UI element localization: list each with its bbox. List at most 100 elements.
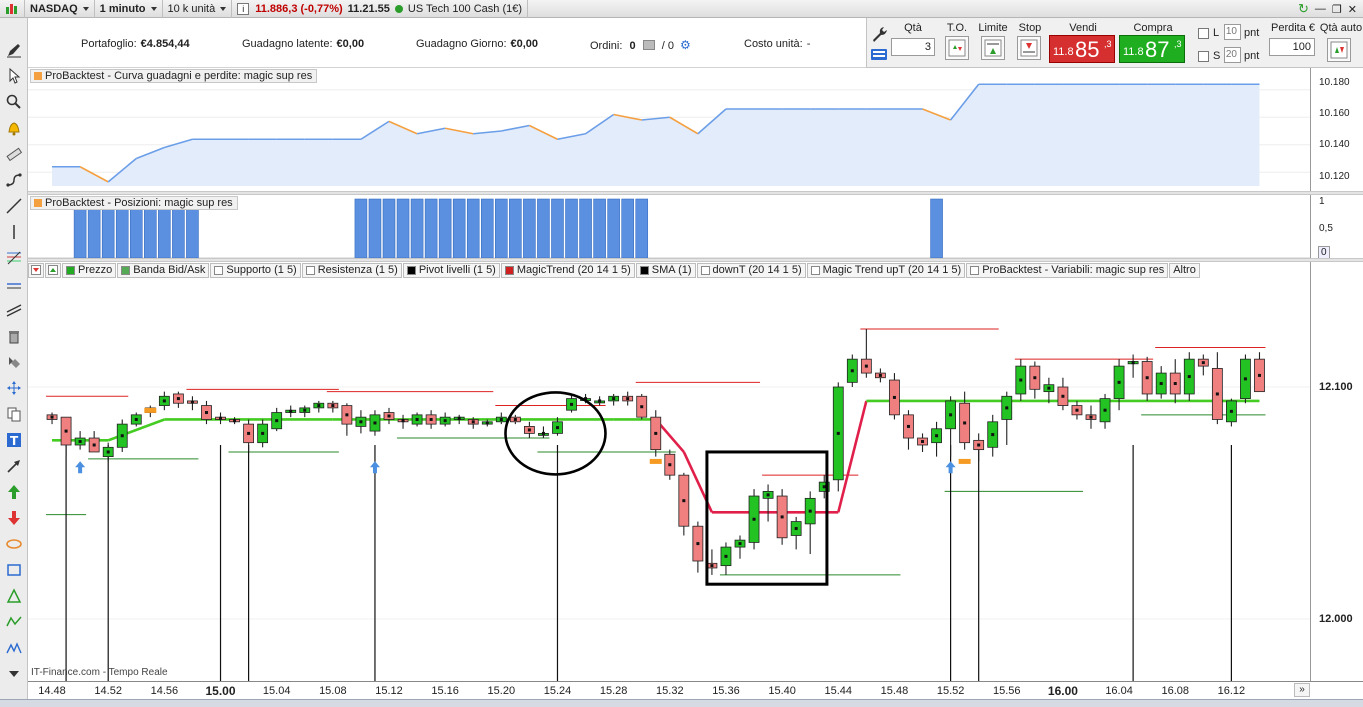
- horizontal-line-icon[interactable]: [4, 274, 24, 294]
- instrument-info: i 11.886,3 (-0,77%) 11.21.55 US Tech 100…: [232, 0, 529, 18]
- time-tick-label: 15.28: [599, 685, 628, 697]
- channel-icon[interactable]: [4, 300, 24, 320]
- equity-y-axis[interactable]: 10.180 10.160 10.140 10.120: [1310, 68, 1363, 192]
- limit-checkbox[interactable]: [1198, 28, 1209, 39]
- portfolio-label: Portafoglio:: [81, 38, 137, 50]
- limit-order-button[interactable]: [981, 36, 1005, 60]
- time-tick-label: 15.52: [936, 685, 965, 697]
- pencil-icon[interactable]: [4, 40, 24, 60]
- triangle-tool-icon[interactable]: [4, 586, 24, 606]
- timeframe-selector[interactable]: 1 minuto: [95, 0, 163, 18]
- stop-points-unit: pnt: [1244, 50, 1260, 62]
- candle-mark: [485, 421, 489, 425]
- position-bar: [565, 198, 578, 259]
- expand-button[interactable]: [45, 262, 61, 278]
- candle-mark: [1061, 394, 1065, 398]
- positions-y-axis[interactable]: 1 0,5 0: [1310, 195, 1363, 259]
- candle-mark: [471, 420, 475, 424]
- vertical-line-icon[interactable]: [4, 222, 24, 242]
- legend-swatch: [214, 265, 224, 275]
- price-chart-panel[interactable]: [28, 262, 1310, 681]
- time-tick-label: 16.12: [1217, 685, 1246, 697]
- time-axis[interactable]: » 14.48 14.52 14.56 15.00 15.04 15.08 15.12 15.…: [28, 681, 1363, 699]
- copy-icon[interactable]: [4, 404, 24, 424]
- more-tools-icon[interactable]: [4, 664, 24, 684]
- close-icon[interactable]: ✕: [1348, 3, 1357, 16]
- stop-order-button[interactable]: [1017, 36, 1041, 60]
- alert-bell-icon[interactable]: [4, 118, 24, 138]
- candle-mark: [1257, 373, 1261, 377]
- zoom-icon[interactable]: [4, 92, 24, 112]
- position-bar: [607, 198, 620, 259]
- pattern-tool-icon[interactable]: [4, 638, 24, 658]
- move-icon[interactable]: [4, 378, 24, 398]
- ellipse-tool-icon[interactable]: [4, 534, 24, 554]
- info-icon[interactable]: i: [237, 2, 250, 15]
- to-order-button[interactable]: [945, 36, 969, 60]
- arrow-tool-icon[interactable]: [4, 456, 24, 476]
- legend-item[interactable]: Pivot livelli (1 5): [402, 262, 500, 278]
- stop-points-input[interactable]: 20: [1224, 47, 1241, 63]
- down-arrow-icon[interactable]: [4, 508, 24, 528]
- auto-qty-button[interactable]: [1327, 38, 1351, 62]
- ruler-icon[interactable]: [4, 144, 24, 164]
- buy-button[interactable]: 11.8 87 ,3: [1119, 35, 1185, 63]
- orders-info[interactable]: Ordini: 0 / 0 ⚙: [590, 38, 691, 52]
- equity-curve-panel[interactable]: ProBacktest - Curva guadagni e perdite: …: [28, 68, 1310, 192]
- legend-item[interactable]: Banda Bid/Ask: [117, 262, 210, 278]
- fibonacci-icon[interactable]: [4, 248, 24, 268]
- legend-item[interactable]: Prezzo: [62, 262, 117, 278]
- time-tick-label: 15.00: [205, 684, 236, 698]
- legend-item[interactable]: ProBacktest - Variabili: magic sup res: [966, 262, 1169, 278]
- positions-panel[interactable]: ProBacktest - Posizioni: magic sup res: [28, 195, 1310, 259]
- scroll-right-icon[interactable]: »: [1294, 683, 1310, 697]
- wave-tool-icon[interactable]: [4, 612, 24, 632]
- trash-icon[interactable]: [4, 326, 24, 346]
- candle-mark: [92, 443, 96, 447]
- candle-mark: [850, 369, 854, 373]
- candle-mark: [1103, 408, 1107, 412]
- candle-mark: [415, 417, 419, 421]
- orders-list-icon[interactable]: [642, 40, 655, 50]
- chart-icon[interactable]: [0, 0, 25, 18]
- account-info-bar: Portafoglio: €4.854,44 Guadagno latente: €…: [28, 18, 866, 68]
- text-tool-icon[interactable]: T: [4, 430, 24, 450]
- price-y-axis[interactable]: 12.100 12.000: [1310, 262, 1363, 681]
- refresh-icon[interactable]: ↻: [1298, 1, 1309, 17]
- wrench-icon[interactable]: [869, 24, 889, 64]
- sell-button[interactable]: 11.8 85 ,3: [1049, 35, 1115, 63]
- curve-tool-icon[interactable]: [4, 170, 24, 190]
- instrument-selector[interactable]: NASDAQ: [25, 0, 95, 18]
- legend-item[interactable]: SMA (1): [635, 262, 696, 278]
- equity-panel-title[interactable]: ProBacktest - Curva guadagni e perdite: …: [30, 69, 318, 83]
- legend-item[interactable]: Altro: [1169, 262, 1200, 278]
- gear-icon[interactable]: ⚙: [680, 38, 691, 52]
- up-arrow-icon[interactable]: [4, 482, 24, 502]
- rectangle-tool-icon[interactable]: [4, 560, 24, 580]
- collapse-button[interactable]: [28, 262, 44, 278]
- window-controls: ↻ — ❐ ✕: [1298, 0, 1363, 18]
- legend-item[interactable]: downT (20 14 1 5): [696, 262, 806, 278]
- latent-gain-value: €0,00: [336, 38, 365, 50]
- stop-checkbox[interactable]: [1198, 51, 1209, 62]
- positions-panel-title[interactable]: ProBacktest - Posizioni: magic sup res: [30, 196, 238, 210]
- restore-icon[interactable]: ❐: [1332, 3, 1342, 16]
- candle-mark: [864, 364, 868, 368]
- qty-input[interactable]: 3: [891, 38, 935, 56]
- units-selector[interactable]: 10 k unità: [163, 0, 233, 18]
- legend-item[interactable]: MagicTrend (20 14 1 5): [500, 262, 635, 278]
- loss-input[interactable]: 100: [1269, 38, 1315, 56]
- time-tick-label: 15.56: [992, 685, 1021, 697]
- magnet-icon[interactable]: [4, 352, 24, 372]
- minimize-icon[interactable]: —: [1315, 3, 1326, 15]
- legend-item[interactable]: Resistenza (1 5): [301, 262, 402, 278]
- trendline-icon[interactable]: [4, 196, 24, 216]
- legend-item[interactable]: Magic Trend upT (20 14 1 5): [806, 262, 966, 278]
- candle-mark: [963, 421, 967, 425]
- candle-mark: [1089, 415, 1093, 419]
- candle-mark: [78, 440, 82, 444]
- limit-points-input[interactable]: 10: [1224, 24, 1241, 40]
- candle-mark: [1229, 409, 1233, 413]
- legend-item[interactable]: Supporto (1 5): [210, 262, 301, 278]
- pointer-icon[interactable]: [4, 66, 24, 86]
